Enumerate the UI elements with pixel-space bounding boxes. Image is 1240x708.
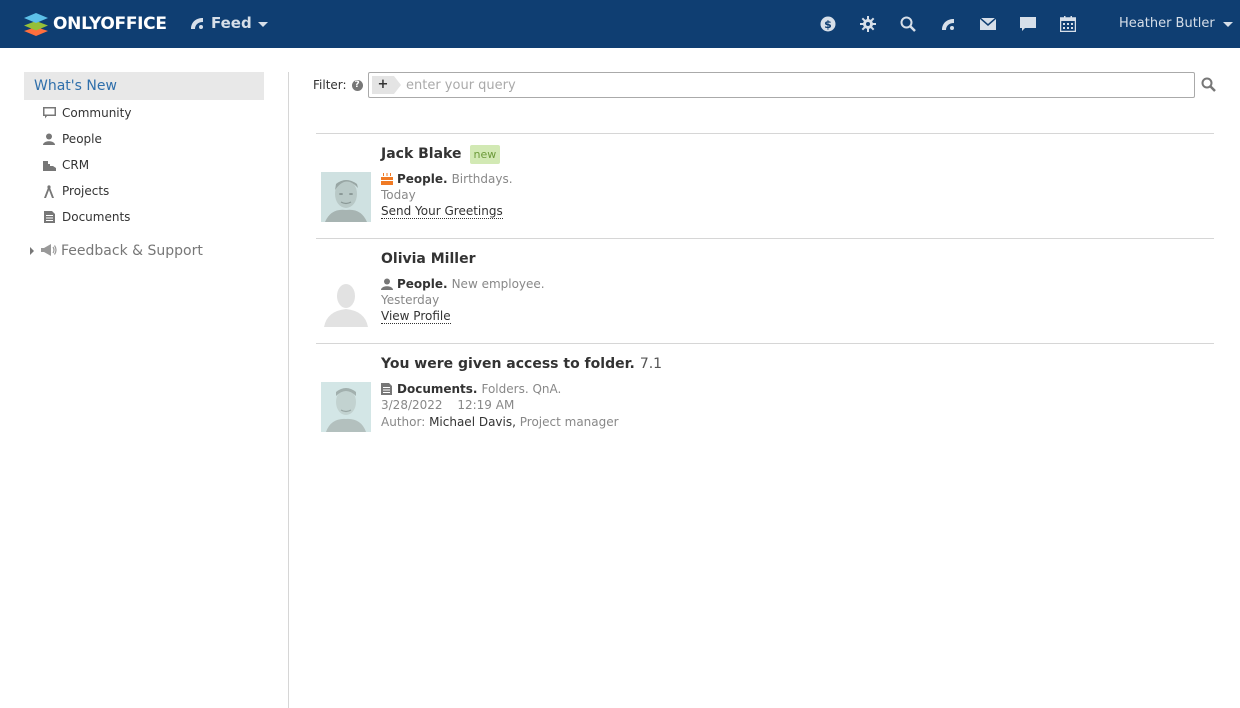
feedback-support[interactable]: Feedback & Support	[24, 241, 264, 261]
settings-icon[interactable]	[858, 14, 878, 34]
feedback-label: Feedback & Support	[61, 243, 203, 259]
sidebar-item-crm[interactable]: CRM	[24, 152, 264, 178]
sidebar-item-label: Documents	[62, 210, 131, 224]
calendar-icon[interactable]	[1058, 14, 1078, 34]
search-icon[interactable]	[898, 14, 918, 34]
megaphone-icon	[41, 244, 57, 258]
view-profile-link[interactable]: View Profile	[381, 309, 451, 324]
feed-author: Author: Michael Davis, Project manager	[381, 414, 662, 431]
expand-arrow-icon[interactable]	[30, 247, 34, 255]
sidebar: What's New Community People CRM Projects…	[24, 72, 264, 261]
user-menu[interactable]: Heather Butler	[1119, 16, 1233, 31]
filter-input[interactable]	[406, 77, 1166, 93]
feed-content: You were given access to folder. 7.1 Doc…	[381, 354, 662, 431]
feed-description: Birthdays.	[451, 172, 513, 186]
author-label: Author:	[381, 415, 426, 429]
user-name: Heather Butler	[1119, 16, 1215, 31]
avatar[interactable]	[321, 277, 371, 327]
author-name[interactable]: Michael Davis,	[429, 415, 516, 429]
feed-date: 3/28/2022	[381, 398, 443, 412]
add-filter-button[interactable]: +	[372, 76, 401, 94]
feed-item: You were given access to folder. 7.1 Doc…	[316, 343, 1214, 448]
filter-label: Filter:	[313, 78, 347, 92]
feed-item: Jack Blake new People. Birthdays. Today …	[316, 133, 1214, 238]
people-icon	[42, 132, 56, 146]
feed-item: Olivia Miller People. New employee. Yest…	[316, 238, 1214, 343]
sidebar-item-label: Projects	[62, 184, 110, 198]
documents-icon	[42, 210, 56, 224]
document-icon	[381, 383, 393, 395]
feed-module: People.	[397, 277, 448, 291]
sidebar-divider	[288, 72, 289, 708]
talk-icon[interactable]	[1018, 14, 1038, 34]
filter-bar: Filter: ? +	[313, 72, 1216, 98]
help-icon[interactable]: ?	[351, 79, 363, 91]
feed-list: Jack Blake new People. Birthdays. Today …	[316, 133, 1214, 448]
feed-date: Yesterday	[381, 293, 440, 307]
feed-module: Documents.	[397, 382, 478, 396]
sidebar-item-label: People	[62, 132, 102, 146]
sidebar-item-whats-new[interactable]: What's New	[24, 72, 264, 100]
person-icon	[381, 278, 393, 290]
feed-icon	[190, 16, 204, 30]
svg-text:$: $	[824, 18, 832, 31]
module-switcher[interactable]: Feed	[190, 14, 268, 32]
module-name: Feed	[211, 14, 252, 32]
sidebar-item-projects[interactable]: Projects	[24, 178, 264, 204]
filter-box: +	[368, 72, 1195, 98]
community-icon	[42, 106, 56, 120]
feed-title[interactable]: You were given access to folder.	[381, 356, 635, 372]
chevron-down-icon	[1222, 22, 1233, 27]
payments-icon[interactable]: $	[818, 14, 838, 34]
folder-name[interactable]: 7.1	[640, 356, 662, 372]
brand-name: ONLYOFFICE	[53, 14, 167, 34]
sidebar-item-people[interactable]: People	[24, 126, 264, 152]
new-badge: new	[469, 144, 501, 164]
mail-icon[interactable]	[978, 14, 998, 34]
onlyoffice-logo[interactable]: ONLYOFFICE	[23, 11, 167, 37]
author-role: Project manager	[519, 415, 619, 429]
sidebar-item-label: CRM	[62, 158, 90, 172]
birthday-cake-icon	[381, 173, 393, 185]
crm-icon	[42, 158, 56, 172]
sidebar-item-label: Community	[62, 106, 132, 120]
avatar[interactable]	[321, 382, 371, 432]
top-toolbar: $	[818, 14, 1098, 34]
feed-module: People.	[397, 172, 448, 186]
sidebar-item-community[interactable]: Community	[24, 100, 264, 126]
chevron-down-icon	[257, 21, 268, 27]
feed-date: Today	[381, 188, 416, 202]
avatar[interactable]	[321, 172, 371, 222]
top-header: ONLYOFFICE Feed $ Heather Butler	[0, 0, 1240, 48]
feed-icon[interactable]	[938, 14, 958, 34]
feed-title[interactable]: Jack Blake	[381, 146, 462, 162]
send-greetings-link[interactable]: Send Your Greetings	[381, 204, 503, 219]
feed-description: Folders. QnA.	[481, 382, 562, 396]
feed-description: New employee.	[451, 277, 545, 291]
feed-title[interactable]: Olivia Miller	[381, 251, 475, 267]
projects-icon	[42, 184, 56, 198]
feed-content: Olivia Miller People. New employee. Yest…	[381, 249, 545, 324]
feed-time: 12:19 AM	[457, 398, 515, 412]
feed-datetime: 3/28/2022 12:19 AM	[381, 397, 662, 414]
search-icon[interactable]	[1201, 77, 1217, 93]
feed-content: Jack Blake new People. Birthdays. Today …	[381, 144, 513, 219]
sidebar-item-documents[interactable]: Documents	[24, 204, 264, 230]
logo-icon	[23, 11, 49, 37]
